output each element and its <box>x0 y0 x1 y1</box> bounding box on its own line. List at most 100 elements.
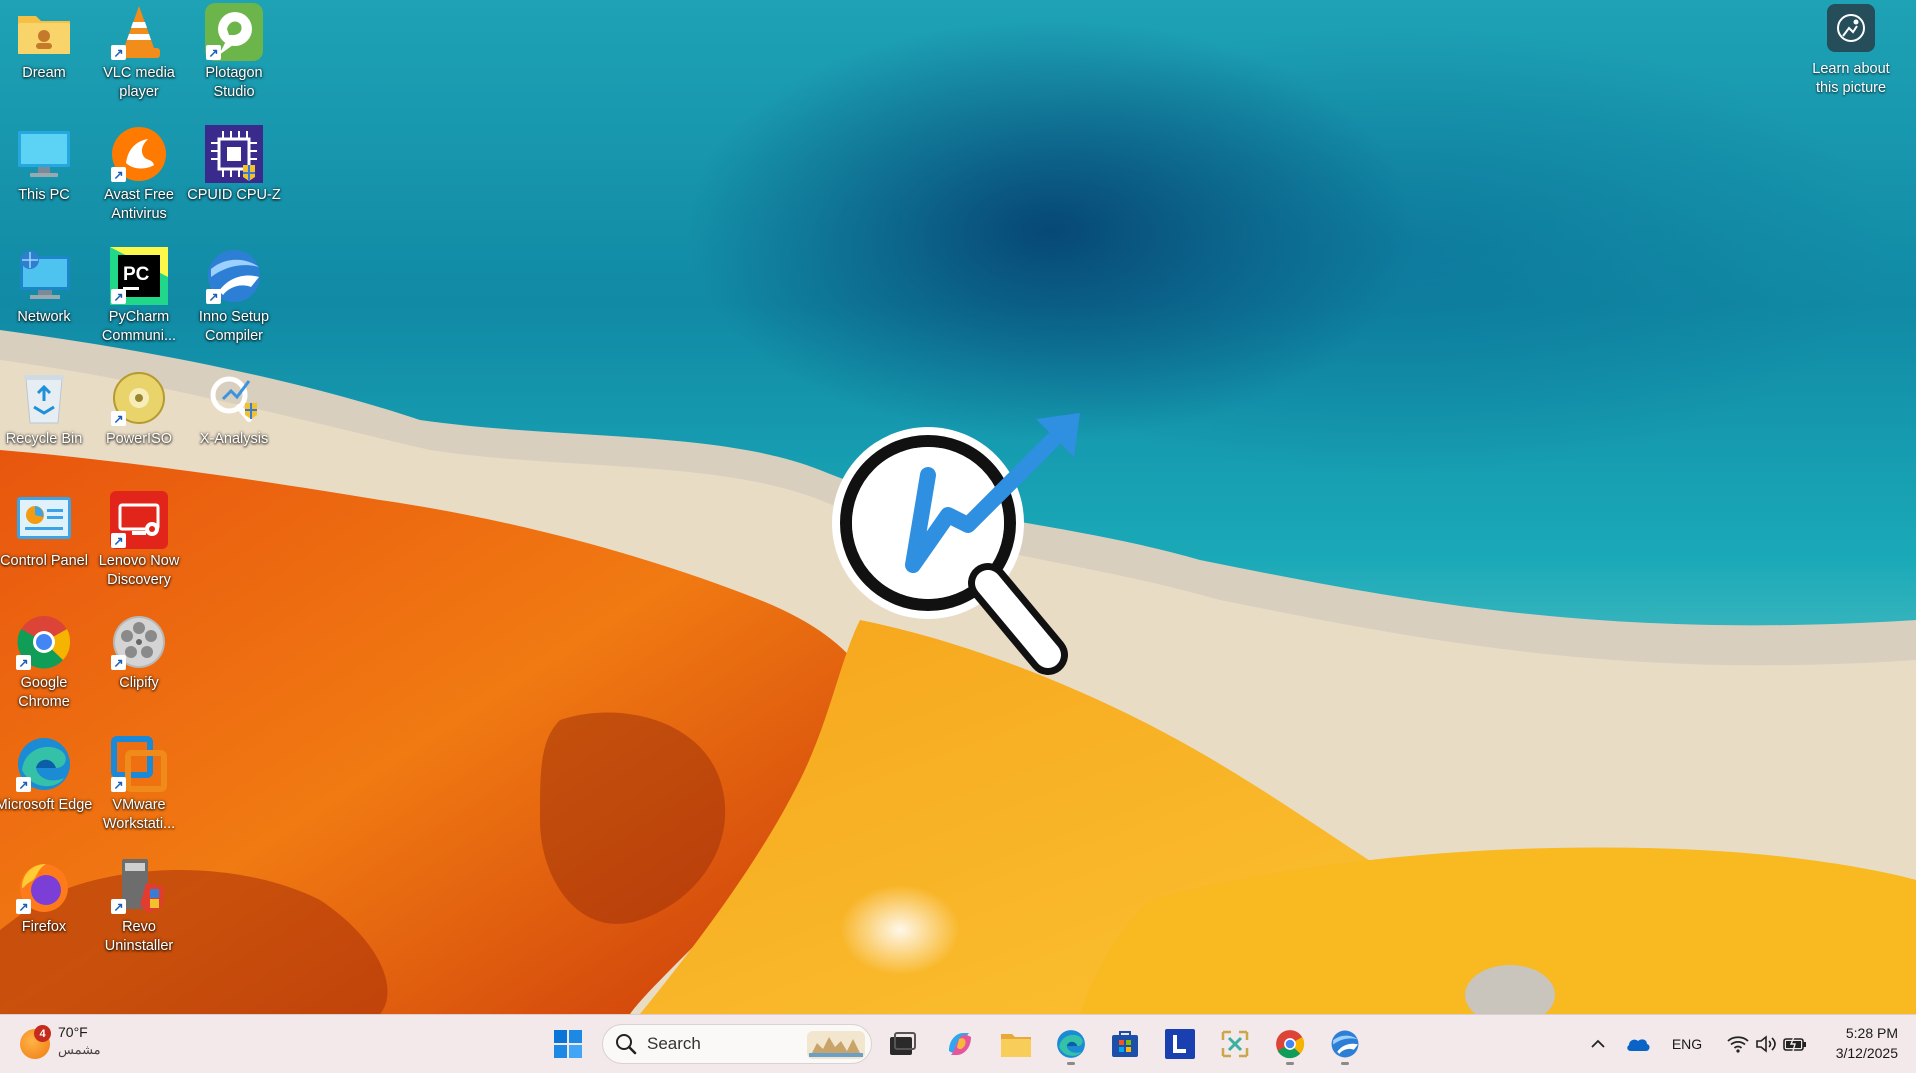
firefox-icon: ↗ <box>14 856 74 916</box>
recycle-bin-icon <box>14 368 74 428</box>
desktop-icon-cpuz[interactable]: CPUID CPU-Z <box>187 124 281 205</box>
inno-setup-icon <box>1331 1030 1359 1058</box>
desktop-icon-label: Lenovo Now Discovery <box>98 553 180 588</box>
store-icon <box>1112 1031 1138 1057</box>
volume-icon <box>1756 1035 1776 1053</box>
pycharm-icon: PC ↗ <box>109 246 169 306</box>
desktop-icon-lenovo-now[interactable]: ↗ Lenovo Now Discovery <box>92 490 186 590</box>
running-indicator <box>1067 1062 1075 1065</box>
desktop-icon-pycharm[interactable]: PC ↗ PyCharm Communi... <box>92 246 186 346</box>
inno-setup-icon: ↗ <box>204 246 264 306</box>
desktop-icon-firefox[interactable]: ↗ Firefox <box>0 856 91 937</box>
lenovo-now-icon: ↗ <box>109 490 169 550</box>
shortcut-arrow-icon: ↗ <box>206 289 221 304</box>
lenovo-vantage-button[interactable] <box>1159 1023 1201 1065</box>
weather-sun-icon: 4 <box>20 1025 51 1059</box>
desktop-icon-label: Plotagon Studio <box>205 65 263 100</box>
desktop-icon-label: Network <box>17 309 71 325</box>
desktop-icon-label: PyCharm Communi... <box>101 309 177 344</box>
microsoft-store-button[interactable] <box>1104 1023 1146 1065</box>
shortcut-arrow-icon: ↗ <box>16 655 31 670</box>
desktop-icon-label: Control Panel <box>0 553 88 569</box>
weather-widget[interactable]: 4 70°F مشمس <box>20 1023 140 1067</box>
shortcut-arrow-icon: ↗ <box>111 655 126 670</box>
desktop-icon-avast[interactable]: ↗ Avast Free Antivirus <box>92 124 186 224</box>
learn-about-picture[interactable]: Learn about this picture <box>1796 4 1906 98</box>
poweriso-icon: ↗ <box>109 368 169 428</box>
shortcut-arrow-icon: ↗ <box>111 167 126 182</box>
shortcut-arrow-icon: ↗ <box>111 533 126 548</box>
running-indicator <box>1286 1062 1294 1065</box>
taskbar-search[interactable]: Search <box>602 1024 872 1064</box>
desktop-icon-microsoft-edge[interactable]: ↗ Microsoft Edge <box>0 734 92 815</box>
shortcut-arrow-icon: ↗ <box>111 899 126 914</box>
desktop-icon-label: X-Analysis <box>199 431 269 447</box>
folder-icon <box>14 2 74 62</box>
desktop-icon-label: Avast Free Antivirus <box>104 187 174 222</box>
snipping-tool-button[interactable] <box>1214 1023 1256 1065</box>
desktop-icon-dream[interactable]: Dream <box>0 2 91 83</box>
search-highlight-icon <box>807 1031 865 1059</box>
shortcut-arrow-icon: ↗ <box>206 45 221 60</box>
edge-taskbar-button[interactable] <box>1050 1023 1092 1065</box>
weather-temperature: 70°F <box>58 1024 88 1040</box>
desktop-icon-inno-setup[interactable]: ↗ Inno Setup Compiler <box>187 246 281 346</box>
avast-icon: ↗ <box>109 124 169 184</box>
desktop-icon-network[interactable]: Network <box>0 246 91 327</box>
quick-settings-button[interactable] <box>1712 1023 1822 1065</box>
shortcut-arrow-icon: ↗ <box>111 411 126 426</box>
vmware-icon: ↗ <box>109 734 169 794</box>
search-label: Search <box>647 1034 701 1053</box>
file-explorer-button[interactable] <box>995 1023 1037 1065</box>
start-button[interactable] <box>547 1023 589 1065</box>
battery-icon <box>1783 1036 1806 1052</box>
camera-location-icon <box>1827 4 1875 52</box>
windows-icon <box>554 1030 582 1058</box>
desktop-icon-label: VLC media player <box>103 65 175 100</box>
wifi-icon <box>1727 1036 1749 1053</box>
chrome-taskbar-button[interactable] <box>1269 1023 1311 1065</box>
shortcut-arrow-icon: ↗ <box>16 777 31 792</box>
shortcut-arrow-icon: ↗ <box>16 899 31 914</box>
shortcut-arrow-icon: ↗ <box>111 45 126 60</box>
monitor-icon <box>14 124 74 184</box>
snipping-tool-icon <box>1221 1030 1249 1058</box>
onedrive-button[interactable] <box>1618 1023 1658 1065</box>
weather-condition: مشمس <box>58 1042 101 1057</box>
desktop-icon-control-panel[interactable]: Control Panel <box>0 490 91 571</box>
copilot-icon <box>949 1033 971 1055</box>
task-view-button[interactable] <box>882 1023 924 1065</box>
desktop-icon-label: Firefox <box>21 919 67 935</box>
desktop-icon-label: Dream <box>22 65 66 81</box>
desktop-icon-vlc[interactable]: ↗ VLC media player <box>92 2 186 102</box>
revo-uninstaller-icon: ↗ <box>109 856 169 916</box>
taskbar-clock[interactable]: 5:28 PM 3/12/2025 <box>1818 1023 1898 1063</box>
desktop-icon-label: Google Chrome <box>18 675 70 710</box>
desktop-icon-label: This PC <box>18 187 70 203</box>
desktop-icon-poweriso[interactable]: ↗ PowerISO <box>92 368 186 449</box>
desktop-icon-vmware[interactable]: ↗ VMware Workstati... <box>92 734 186 834</box>
onedrive-cloud-icon <box>1627 1039 1650 1051</box>
language-label: ENG <box>1671 1036 1703 1052</box>
desktop-icon-plotagon[interactable]: ↗ Plotagon Studio <box>187 2 281 102</box>
desktop-icon-label: Revo Uninstaller <box>104 919 174 954</box>
show-hidden-icons-button[interactable] <box>1578 1023 1618 1065</box>
weather-badge: 4 <box>34 1025 51 1042</box>
desktop-icon-recycle-bin[interactable]: Recycle Bin <box>0 368 91 449</box>
svg-text:PC: PC <box>123 264 150 285</box>
language-button[interactable]: ENG <box>1664 1023 1710 1065</box>
inno-setup-taskbar-button[interactable] <box>1324 1023 1366 1065</box>
desktop-icon-this-pc[interactable]: This PC <box>0 124 91 205</box>
desktop-icon-x-analysis[interactable]: X-Analysis <box>187 368 281 449</box>
clock-date: 3/12/2025 <box>1835 1045 1898 1061</box>
clipify-icon: ↗ <box>109 612 169 672</box>
copilot-button[interactable] <box>939 1023 981 1065</box>
desktop-icon-clipify[interactable]: ↗ Clipify <box>92 612 186 693</box>
control-panel-icon <box>14 490 74 550</box>
desktop-icon-label: CPUID CPU-Z <box>187 187 281 203</box>
desktop-icon-label: PowerISO <box>105 431 173 447</box>
desktop-icon-google-chrome[interactable]: ↗ Google Chrome <box>0 612 91 712</box>
shortcut-arrow-icon: ↗ <box>111 777 126 792</box>
lenovo-l-icon <box>1165 1029 1195 1059</box>
desktop-icon-revo-uninstaller[interactable]: ↗ Revo Uninstaller <box>92 856 186 956</box>
